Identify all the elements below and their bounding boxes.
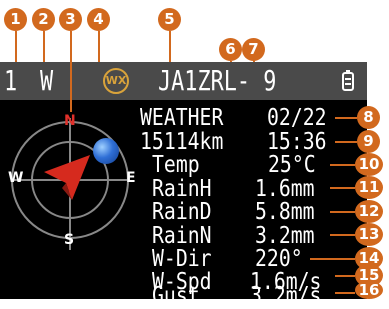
compass xyxy=(11,118,129,250)
gust-value: 3.2m/s xyxy=(250,283,322,309)
wx-icon: WX xyxy=(103,68,129,94)
rainh-value: 1.6mm xyxy=(255,176,315,202)
raind-value: 5.8mm xyxy=(255,199,315,225)
compass-west-label: W xyxy=(8,170,24,186)
channel-number: 1 xyxy=(4,64,18,97)
callout-7: 7 xyxy=(242,38,265,61)
callout-9: 9 xyxy=(357,130,380,153)
weather-date: 02/22 xyxy=(267,105,327,131)
callsign: JA1ZRL- 9 xyxy=(158,64,277,97)
battery-icon xyxy=(342,70,354,91)
callout-9-leader xyxy=(335,141,357,143)
weather-time: 15:36 xyxy=(267,129,327,155)
rainn-label: RainN xyxy=(152,223,212,249)
callout-2: 2 xyxy=(32,8,55,31)
callout-12: 12 xyxy=(355,200,383,223)
callout-1: 1 xyxy=(4,8,27,31)
compass-east-label: E xyxy=(126,170,136,186)
callout-13: 13 xyxy=(355,223,383,246)
compass-north-label: N xyxy=(64,113,76,129)
callout-16: 16 xyxy=(355,281,383,299)
callout-10-leader xyxy=(330,164,355,166)
callout-2-leader xyxy=(43,31,45,62)
callout-3: 3 xyxy=(59,8,82,31)
gust-label: Gust xyxy=(152,283,200,309)
callout-8-leader xyxy=(335,117,357,119)
wdir-label: W-Dir xyxy=(152,246,212,272)
callout-10: 10 xyxy=(355,153,383,176)
callout-4-leader xyxy=(98,31,100,62)
rainh-label: RainH xyxy=(152,176,212,202)
compass-south-label: S xyxy=(64,232,75,248)
temp-label: Temp xyxy=(152,152,200,178)
callout-13-leader xyxy=(330,234,355,236)
callout-4: 4 xyxy=(87,8,110,31)
callout-15-leader xyxy=(335,275,355,277)
rainn-value: 3.2mm xyxy=(255,223,315,249)
station-position-dot xyxy=(93,138,119,164)
weather-distance: 15114km xyxy=(140,129,224,155)
callout-12-leader xyxy=(330,211,355,213)
temp-value: 25°C xyxy=(268,152,316,178)
callout-16-leader xyxy=(335,292,355,294)
callout-14-leader xyxy=(310,258,355,260)
callout-3-leader xyxy=(70,31,72,62)
callout-5-leader xyxy=(169,31,171,62)
callout-1-leader xyxy=(15,31,17,62)
callout-8: 8 xyxy=(357,106,380,129)
callout-11: 11 xyxy=(355,176,383,199)
callout-6: 6 xyxy=(219,38,242,61)
wdir-value: 220° xyxy=(255,246,303,272)
raind-label: RainD xyxy=(152,199,212,225)
weather-title: WEATHER xyxy=(140,105,224,131)
power-indicator: W xyxy=(40,64,54,97)
callout-5: 5 xyxy=(158,8,181,31)
callout-11-leader xyxy=(330,187,355,189)
